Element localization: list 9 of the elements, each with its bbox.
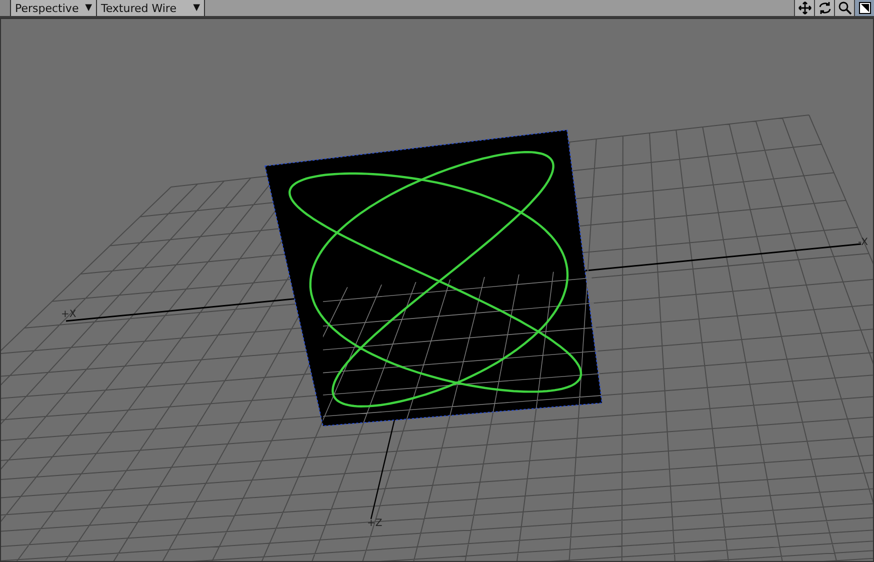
move-icon[interactable] <box>794 0 814 16</box>
view-mode-dropdown[interactable]: Perspective ▼ <box>11 0 97 16</box>
shading-mode-dropdown[interactable]: Textured Wire ▼ <box>97 0 205 16</box>
axis-label: -X <box>858 237 868 248</box>
axis-label: +X <box>61 309 76 320</box>
rotate-icon[interactable] <box>814 0 834 16</box>
axis-label: +Z <box>367 518 382 529</box>
zoom-icon[interactable] <box>834 0 854 16</box>
maximize-icon[interactable] <box>854 0 874 16</box>
